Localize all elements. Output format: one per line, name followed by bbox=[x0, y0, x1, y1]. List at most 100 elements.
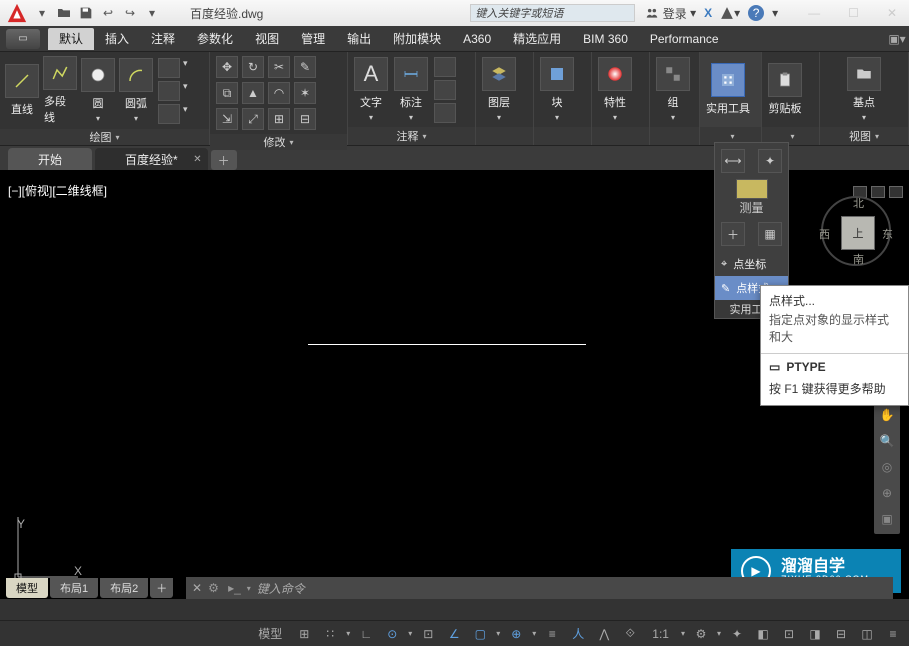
polyline-button[interactable]: 多段线 bbox=[44, 56, 76, 125]
tab-default[interactable]: 默认 bbox=[48, 28, 94, 50]
qp-icon[interactable]: ⋀ bbox=[594, 624, 614, 644]
qat-undo-icon[interactable]: ↩ bbox=[100, 5, 116, 21]
status-model[interactable]: 模型 bbox=[252, 625, 288, 642]
tab-output[interactable]: 输出 bbox=[336, 28, 382, 50]
grid-icon[interactable]: ⊞ bbox=[294, 624, 314, 644]
ortho-icon[interactable]: ∟ bbox=[356, 624, 376, 644]
line-button[interactable]: 直线 bbox=[6, 64, 38, 117]
table-icon[interactable] bbox=[434, 80, 456, 100]
file-tab-start[interactable]: 开始 bbox=[8, 148, 92, 170]
ws-icon[interactable]: ⊡ bbox=[779, 624, 799, 644]
rotate-icon[interactable]: ↻ bbox=[242, 56, 264, 78]
ann-icon[interactable]: ✦ bbox=[727, 624, 747, 644]
zoom-icon[interactable]: 🔍 bbox=[876, 430, 898, 452]
model-tab[interactable]: 模型 bbox=[6, 578, 48, 598]
close-button[interactable]: ✕ bbox=[887, 6, 897, 20]
close-tab-icon[interactable]: ✕ bbox=[193, 154, 201, 165]
cmd-options-icon[interactable]: ⚙ bbox=[208, 581, 222, 595]
dimension-button[interactable]: 标注▾ bbox=[394, 57, 428, 122]
measure-icon-3[interactable]: ＋ bbox=[721, 222, 745, 246]
file-tab-active[interactable]: 百度经验*✕ bbox=[95, 148, 208, 170]
arc-button[interactable]: 圆弧▾ bbox=[120, 58, 152, 123]
clipboard-button[interactable]: 剪贴板 bbox=[768, 63, 802, 116]
text-button[interactable]: A文字▾ bbox=[354, 57, 388, 122]
qat-more-icon[interactable]: ▾ bbox=[144, 5, 160, 21]
panel-title-view[interactable]: 视图 bbox=[820, 127, 908, 145]
basepoint-button[interactable]: 基点▾ bbox=[847, 57, 881, 122]
ribbon-options-icon[interactable]: ▣▾ bbox=[885, 32, 909, 46]
search-input[interactable]: 键入关键字或短语 bbox=[470, 4, 635, 22]
osnap-icon[interactable]: ⊡ bbox=[418, 624, 438, 644]
tab-performance[interactable]: Performance bbox=[639, 28, 730, 50]
tab-manage[interactable]: 管理 bbox=[290, 28, 336, 50]
help-icon[interactable]: ? bbox=[748, 5, 764, 21]
ducs-icon[interactable]: ▢ bbox=[470, 624, 490, 644]
tab-annotate[interactable]: 注释 bbox=[140, 28, 186, 50]
ribbon-chip[interactable]: ▭ bbox=[6, 29, 40, 49]
erase-icon[interactable]: ✎ bbox=[294, 56, 316, 78]
measure-icon-4[interactable]: ▦ bbox=[758, 222, 782, 246]
polar-icon[interactable]: ⊙ bbox=[382, 624, 402, 644]
pan-icon[interactable]: ✋ bbox=[876, 404, 898, 426]
view-label[interactable]: [−][俯视][二维线框] bbox=[8, 182, 107, 199]
custom-icon[interactable]: ≡ bbox=[883, 624, 903, 644]
login-icon[interactable]: 登录 ▾ bbox=[645, 5, 696, 22]
sc-icon[interactable]: ⟐ bbox=[620, 624, 640, 644]
tab-parametric[interactable]: 参数化 bbox=[186, 28, 244, 50]
group-button[interactable]: 组▾ bbox=[656, 57, 690, 122]
add-layout-button[interactable]: ＋ bbox=[150, 578, 173, 598]
hw-icon[interactable]: ⊟ bbox=[831, 624, 851, 644]
new-tab-button[interactable]: ＋ bbox=[211, 150, 237, 170]
panel-title-annotate[interactable]: 注释 bbox=[348, 127, 475, 145]
snap-icon[interactable]: ∷ bbox=[320, 624, 340, 644]
copy-icon[interactable]: ⧉ bbox=[216, 82, 238, 104]
rect-icon[interactable] bbox=[158, 58, 180, 78]
tab-addins[interactable]: 附加模块 bbox=[382, 28, 452, 50]
explode-icon[interactable]: ✶ bbox=[294, 82, 316, 104]
move-icon[interactable]: ✥ bbox=[216, 56, 238, 78]
tab-insert[interactable]: 插入 bbox=[94, 28, 140, 50]
gear-icon[interactable]: ⚙ bbox=[691, 624, 711, 644]
stretch-icon[interactable]: ⇲ bbox=[216, 108, 238, 130]
circle-button[interactable]: 圆▾ bbox=[82, 58, 114, 123]
orbit-icon[interactable]: ◎ bbox=[876, 456, 898, 478]
mirror-icon[interactable]: ▲ bbox=[242, 82, 264, 104]
layout1-tab[interactable]: 布局1 bbox=[50, 578, 98, 598]
qat-save-icon[interactable] bbox=[78, 5, 94, 21]
panel-title-draw[interactable]: 绘图 bbox=[0, 129, 209, 145]
tab-featured[interactable]: 精选应用 bbox=[502, 28, 572, 50]
fillet-icon[interactable]: ◠ bbox=[268, 82, 290, 104]
tab-view[interactable]: 视图 bbox=[244, 28, 290, 50]
hatch-icon[interactable] bbox=[158, 104, 180, 124]
leader-icon[interactable] bbox=[434, 57, 456, 77]
maximize-button[interactable]: ☐ bbox=[848, 6, 859, 20]
properties-button[interactable]: 特性▾ bbox=[598, 57, 632, 122]
offset-icon[interactable]: ⊟ bbox=[294, 108, 316, 130]
lwt-icon[interactable]: ≡ bbox=[542, 624, 562, 644]
qat-redo-icon[interactable]: ↪ bbox=[122, 5, 138, 21]
a360-icon[interactable]: ▾ bbox=[720, 6, 740, 20]
status-scale[interactable]: 1:1 bbox=[646, 627, 675, 641]
dyn-icon[interactable]: ⊕ bbox=[506, 624, 526, 644]
measure-icon-1[interactable]: ⟷ bbox=[721, 149, 745, 173]
measure-icon-2[interactable]: ✦ bbox=[758, 149, 782, 173]
array-icon[interactable]: ⊞ bbox=[268, 108, 290, 130]
block-button[interactable]: 块▾ bbox=[540, 57, 574, 122]
tpy-icon[interactable]: 人 bbox=[568, 624, 588, 644]
layers-button[interactable]: 图层▾ bbox=[482, 57, 516, 122]
utilities-button[interactable]: 实用工具 bbox=[706, 63, 750, 116]
iso-icon[interactable]: ◨ bbox=[805, 624, 825, 644]
otrack-icon[interactable]: ∠ bbox=[444, 624, 464, 644]
trim-icon[interactable]: ✂ bbox=[268, 56, 290, 78]
layout2-tab[interactable]: 布局2 bbox=[100, 578, 148, 598]
clean-icon[interactable]: ◫ bbox=[857, 624, 877, 644]
qat-open-icon[interactable] bbox=[56, 5, 72, 21]
mtext-icon[interactable] bbox=[434, 103, 456, 123]
exchange-icon[interactable]: X bbox=[704, 6, 712, 20]
dropdown-item-coords[interactable]: ⌖点坐标 bbox=[715, 252, 788, 276]
tab-a360[interactable]: A360 bbox=[452, 28, 502, 50]
showmotion-icon[interactable]: ▣ bbox=[876, 508, 898, 530]
viewcube[interactable]: 上 北 南 东 西 bbox=[821, 196, 891, 266]
scale-icon[interactable]: ⤢ bbox=[242, 108, 264, 130]
ellipse-icon[interactable] bbox=[158, 81, 180, 101]
